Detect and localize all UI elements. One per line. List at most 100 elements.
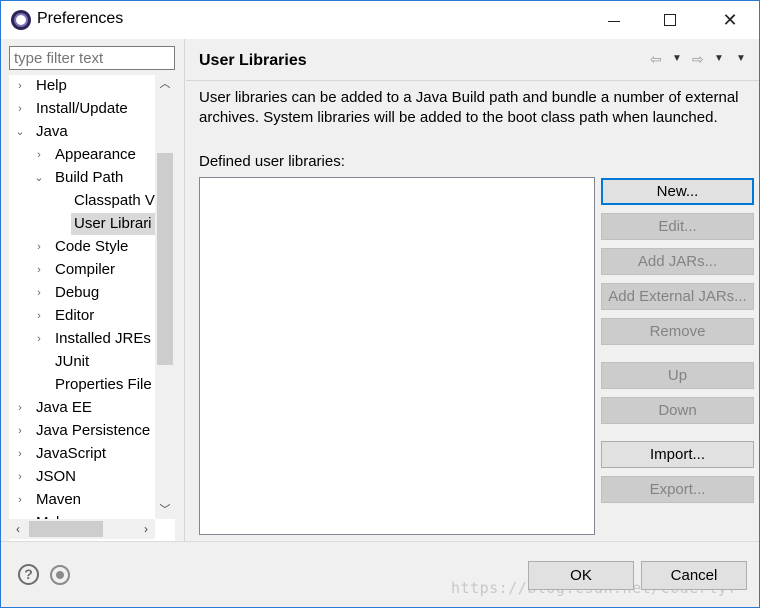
tree-item[interactable]: › Java Persistence bbox=[9, 420, 153, 442]
minimize-icon bbox=[608, 20, 620, 22]
tree-item[interactable]: › Mylyn bbox=[9, 512, 78, 519]
back-arrow-icon[interactable]: ⇦ bbox=[650, 49, 662, 69]
maximize-button[interactable] bbox=[647, 1, 693, 39]
expand-chevron-icon[interactable]: › bbox=[15, 98, 25, 120]
add-external-jars-button[interactable]: Add External JARs... bbox=[601, 283, 754, 310]
tree-item[interactable]: ⌄ Build Path bbox=[9, 167, 126, 189]
footer-separator bbox=[1, 541, 759, 542]
expand-chevron-icon[interactable]: › bbox=[15, 443, 25, 465]
expand-chevron-icon[interactable]: › bbox=[34, 144, 44, 166]
tree-item-label: User Librari bbox=[71, 213, 155, 235]
tree-item[interactable]: › Code Style bbox=[9, 236, 131, 258]
tree-item-label: Classpath V bbox=[74, 192, 155, 209]
collapse-chevron-icon[interactable]: ⌄ bbox=[34, 167, 44, 189]
add-jars-button[interactable]: Add JARs... bbox=[601, 248, 754, 275]
page-description: User libraries can be added to a Java Bu… bbox=[199, 89, 739, 126]
tree-item-label: Java bbox=[36, 123, 68, 140]
tree-item-label: Code Style bbox=[55, 238, 129, 255]
tree-item[interactable]: JUnit bbox=[9, 351, 92, 373]
page-title: User Libraries bbox=[199, 52, 307, 69]
tree-items: › Help › Install/Update ⌄ Java › Appearance ⌄ Bui… bbox=[9, 75, 155, 519]
tree-item-label: JavaScript bbox=[36, 445, 107, 462]
ok-button[interactable]: OK bbox=[528, 561, 634, 590]
tree-item-label: Appearance bbox=[55, 146, 136, 163]
expand-chevron-icon[interactable]: › bbox=[15, 397, 25, 419]
new-button[interactable]: New... bbox=[601, 178, 754, 205]
tree-item-label: Build Path bbox=[55, 169, 124, 186]
hscroll-thumb[interactable] bbox=[29, 521, 103, 537]
close-icon: ✕ bbox=[722, 10, 738, 30]
tree-item[interactable]: › Installed JREs bbox=[9, 328, 154, 350]
tree-item-label: Install/Update bbox=[36, 100, 128, 117]
title-bar: Preferences ✕ bbox=[1, 1, 759, 39]
expand-chevron-icon[interactable]: › bbox=[34, 236, 44, 258]
scroll-right-arrow-icon[interactable]: › bbox=[137, 519, 155, 539]
view-menu-icon[interactable]: ▼ bbox=[736, 49, 746, 69]
forward-dropdown-icon[interactable]: ▼ bbox=[714, 49, 724, 69]
tree-item-label: Properties File bbox=[55, 376, 152, 393]
eclipse-app-icon bbox=[11, 10, 31, 30]
tree-item[interactable]: › JavaScript bbox=[9, 443, 109, 465]
forward-arrow-icon[interactable]: ⇨ bbox=[692, 49, 704, 69]
up-button[interactable]: Up bbox=[601, 362, 754, 389]
tree-item-label: Java Persistence bbox=[36, 422, 151, 439]
tree-item[interactable]: Classpath V bbox=[9, 190, 155, 212]
expand-chevron-icon[interactable]: › bbox=[15, 512, 25, 519]
expand-chevron-icon[interactable]: › bbox=[34, 282, 44, 304]
export-button[interactable]: Export... bbox=[601, 476, 754, 503]
tree-item[interactable]: User Librari bbox=[9, 213, 155, 235]
back-dropdown-icon[interactable]: ▼ bbox=[672, 49, 682, 69]
collapse-chevron-icon[interactable]: ⌄ bbox=[15, 121, 25, 143]
window-title: Preferences bbox=[37, 10, 124, 27]
scroll-left-arrow-icon[interactable]: ‹ bbox=[9, 519, 27, 539]
tree-item-label: Maven bbox=[36, 491, 82, 508]
tree-item-label: Installed JREs bbox=[55, 330, 151, 347]
help-icon[interactable]: ? bbox=[18, 564, 39, 585]
tree-item[interactable]: › JSON bbox=[9, 466, 79, 488]
scroll-thumb[interactable] bbox=[157, 153, 173, 365]
tree-item[interactable]: › Compiler bbox=[9, 259, 118, 281]
tree-item[interactable]: ⌄ Java bbox=[9, 121, 71, 143]
tree-vertical-scrollbar[interactable]: ︿ ﹀ bbox=[155, 75, 175, 519]
tree-item[interactable]: › Install/Update bbox=[9, 98, 131, 120]
record-settings-icon[interactable] bbox=[50, 565, 70, 585]
user-libraries-list[interactable] bbox=[199, 177, 595, 535]
tree-item[interactable]: › Maven bbox=[9, 489, 84, 511]
tree-item[interactable]: › Appearance bbox=[9, 144, 139, 166]
tree-horizontal-scrollbar[interactable]: ‹ › bbox=[9, 519, 155, 539]
expand-chevron-icon[interactable]: › bbox=[15, 489, 25, 511]
page-content: User libraries can be added to a Java Bu… bbox=[186, 82, 759, 541]
tree-item-label: Help bbox=[36, 77, 67, 94]
defined-libraries-label: Defined user libraries: bbox=[199, 153, 345, 170]
scroll-up-arrow-icon[interactable]: ︿ bbox=[155, 75, 175, 93]
filter-input[interactable] bbox=[9, 46, 175, 70]
tree-item[interactable]: › Help bbox=[9, 75, 70, 97]
pane-divider[interactable] bbox=[184, 39, 185, 541]
tree-item[interactable]: › Editor bbox=[9, 305, 97, 327]
remove-button[interactable]: Remove bbox=[601, 318, 754, 345]
import-button[interactable]: Import... bbox=[601, 441, 754, 468]
expand-chevron-icon[interactable]: › bbox=[34, 305, 44, 327]
expand-chevron-icon[interactable]: › bbox=[15, 75, 25, 97]
expand-chevron-icon[interactable]: › bbox=[15, 466, 25, 488]
minimize-button[interactable] bbox=[591, 1, 637, 39]
expand-chevron-icon[interactable]: › bbox=[34, 328, 44, 350]
tree-item-label: Debug bbox=[55, 284, 100, 301]
tree-item[interactable]: Properties File bbox=[9, 374, 155, 396]
edit-button[interactable]: Edit... bbox=[601, 213, 754, 240]
cancel-button[interactable]: Cancel bbox=[641, 561, 747, 590]
tree-item-label: Java EE bbox=[36, 399, 92, 416]
close-button[interactable]: ✕ bbox=[707, 1, 753, 39]
expand-chevron-icon[interactable]: › bbox=[34, 259, 44, 281]
scroll-down-arrow-icon[interactable]: ﹀ bbox=[155, 501, 175, 519]
preferences-window: Preferences ✕ ›Help›Install/Update⌄Java›… bbox=[0, 0, 760, 608]
tree-item-label: Mylyn bbox=[33, 512, 78, 519]
down-button[interactable]: Down bbox=[601, 397, 754, 424]
tree-item[interactable]: › Debug bbox=[9, 282, 102, 304]
tree-item[interactable]: › Java EE bbox=[9, 397, 95, 419]
tree-item-label: Editor bbox=[55, 307, 95, 324]
preference-tree: › Help › Install/Update ⌄ Java › Appearance ⌄ Bui… bbox=[9, 75, 175, 541]
tree-item-label: JSON bbox=[36, 468, 77, 485]
expand-chevron-icon[interactable]: › bbox=[15, 420, 25, 442]
tree-item-label: JUnit bbox=[55, 353, 90, 370]
